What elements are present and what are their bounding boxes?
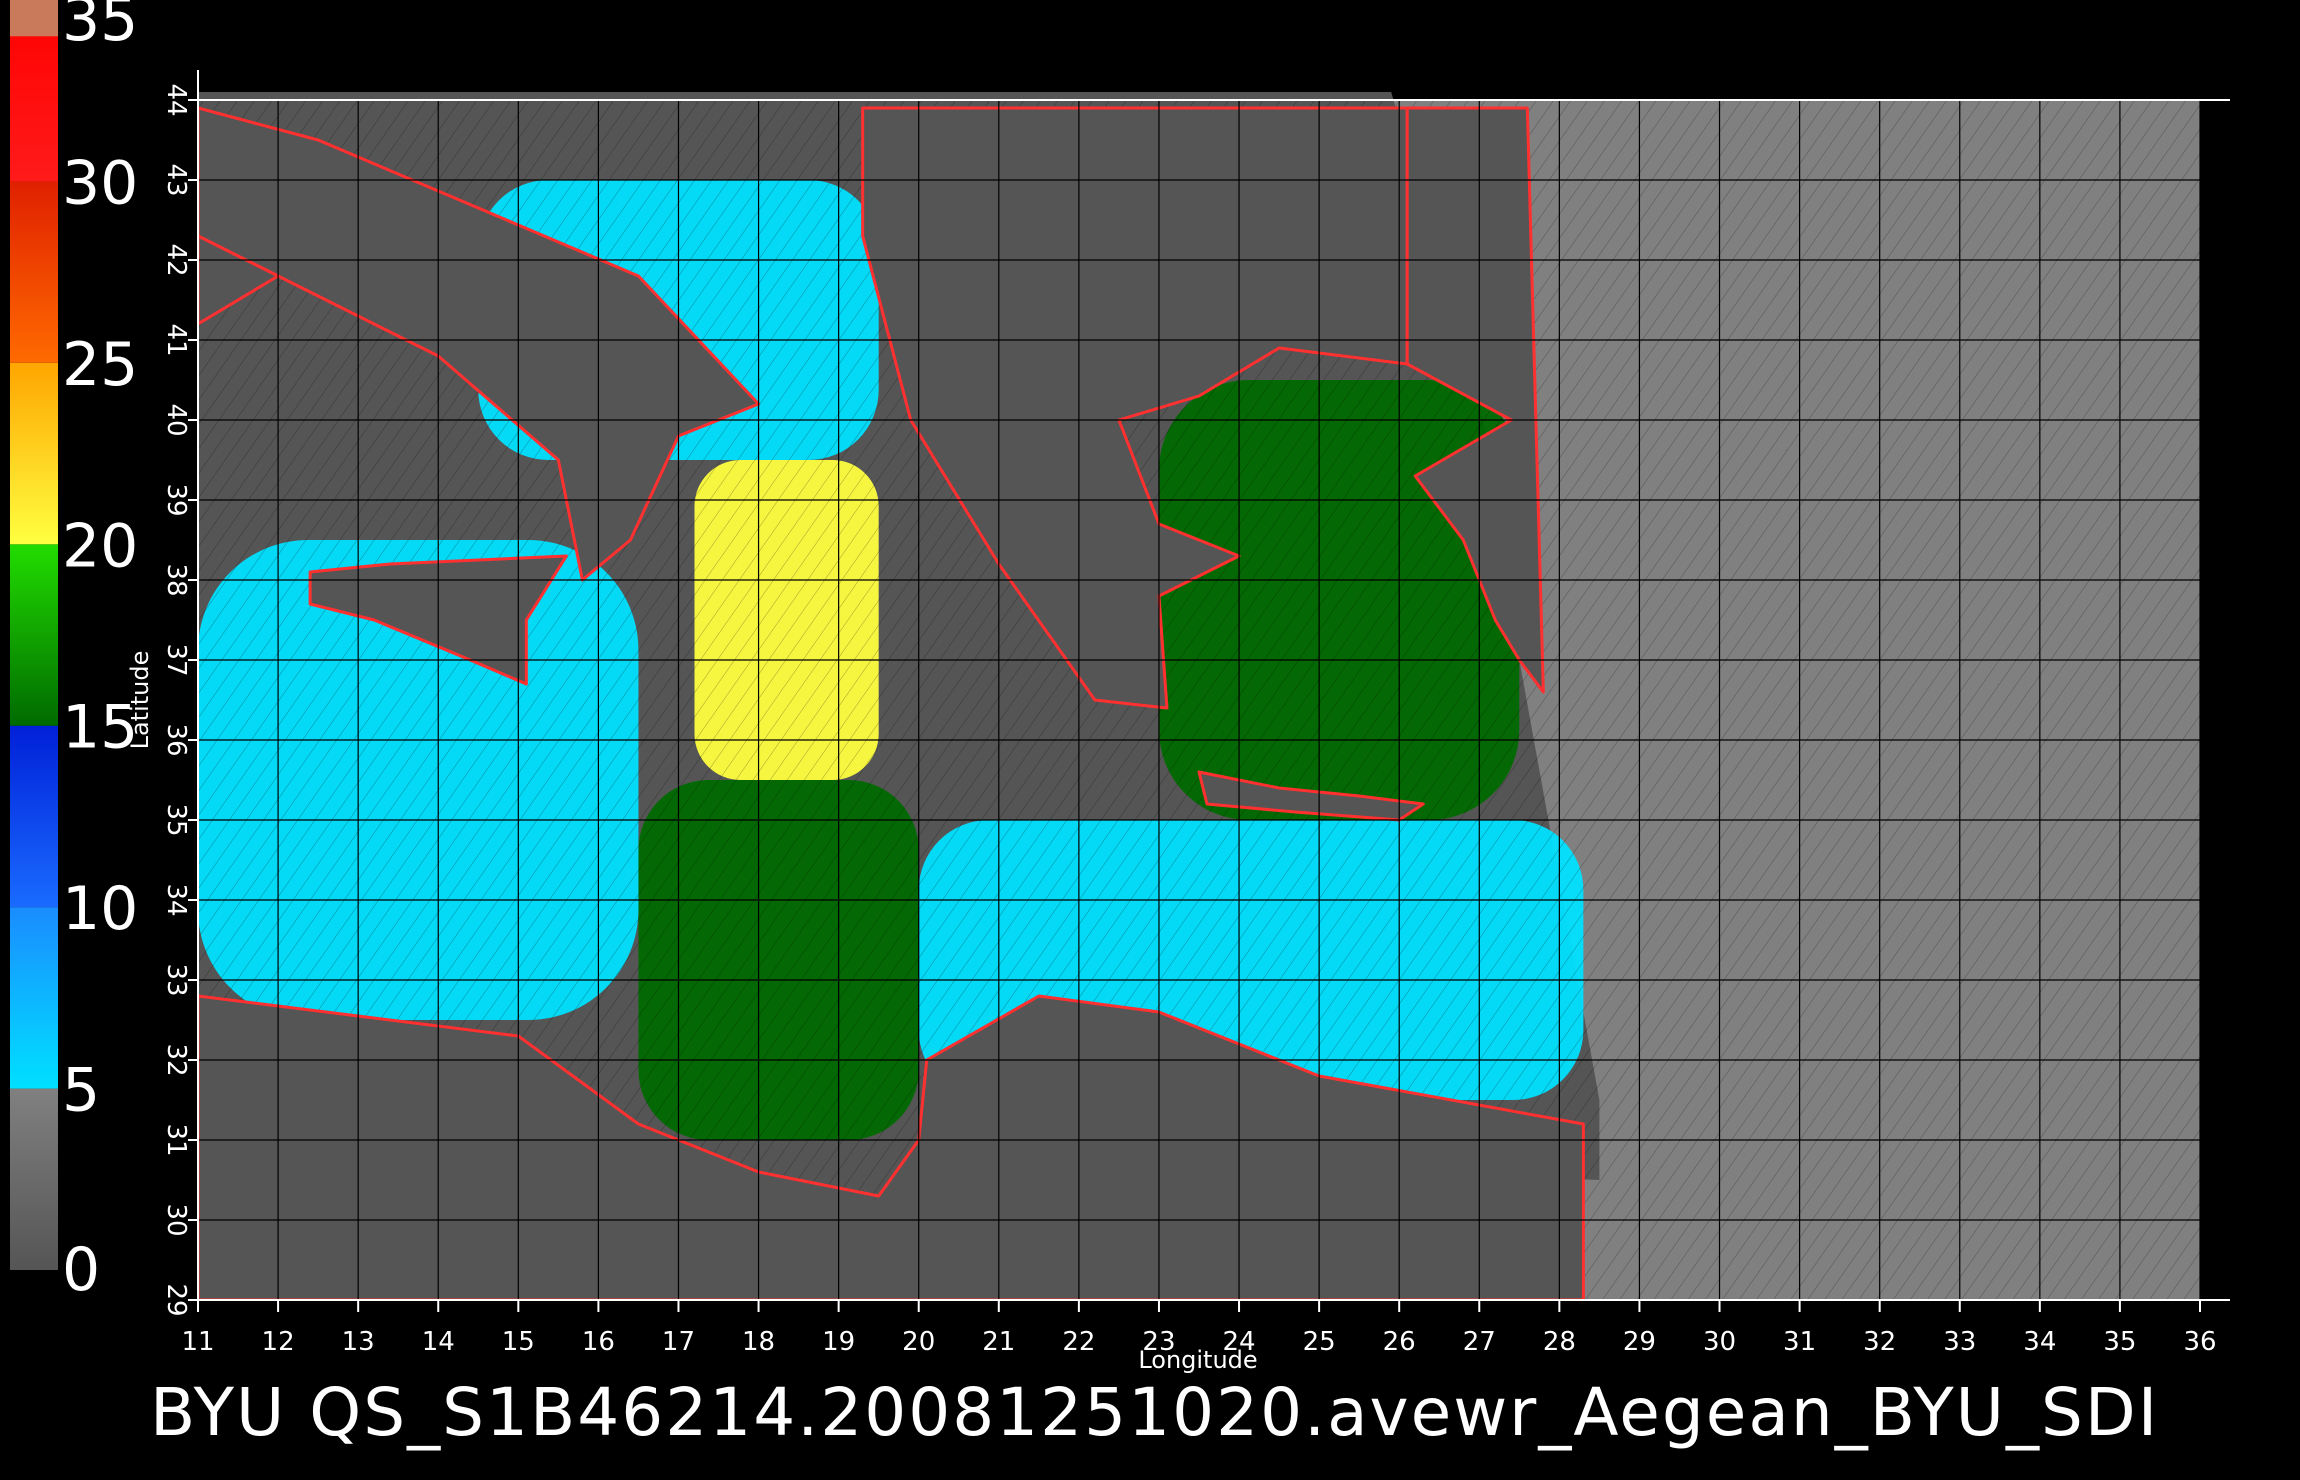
colorbar-band: [10, 181, 58, 363]
x-tick-label: 20: [902, 1327, 935, 1357]
y-tick-label: 31: [161, 1123, 191, 1156]
colorbar-tick-label: 25: [62, 330, 138, 400]
colorbar-tick-label: 0: [62, 1235, 100, 1305]
y-tick-label: 30: [161, 1203, 191, 1236]
x-tick-label: 17: [662, 1327, 695, 1357]
colorbar-tick-label: 5: [62, 1056, 100, 1126]
y-tick-label: 40: [161, 403, 191, 436]
x-tick-label: 31: [1783, 1327, 1816, 1357]
x-tick-label: 30: [1703, 1327, 1736, 1357]
y-tick-label: 35: [161, 803, 191, 836]
colorbar-tick-label: 35: [62, 0, 138, 55]
map-plot: [197, 92, 2201, 1301]
x-tick-label: 16: [582, 1327, 615, 1357]
x-axis-title: Longitude: [1138, 1346, 1257, 1374]
colorbar-band: [10, 907, 58, 1089]
footer-filename: BYU QS_S1B46214.20081251020.avewr_Aegean…: [150, 1374, 2159, 1451]
x-tick-label: 19: [822, 1327, 855, 1357]
y-axis-title: Latitude: [126, 651, 154, 750]
colorbar-tick-label: 10: [62, 874, 138, 944]
x-tick-label: 33: [1943, 1327, 1976, 1357]
y-tick-label: 36: [161, 723, 191, 756]
x-tick-label: 25: [1303, 1327, 1336, 1357]
x-tick-label: 29: [1623, 1327, 1656, 1357]
x-tick-label: 34: [2023, 1327, 2056, 1357]
chart: 05101520253035 11 12 13 14 15 16 17 18 19 20 21 22 2…: [10, 0, 2230, 1451]
y-tick-label: 34: [161, 883, 191, 916]
y-tick-label: 37: [161, 643, 191, 676]
colorbar-band: [10, 0, 58, 37]
x-tick-label: 13: [342, 1327, 375, 1357]
x-tick-label: 26: [1383, 1327, 1416, 1357]
x-tick-label: 15: [502, 1327, 535, 1357]
y-tick-label: 42: [161, 243, 191, 276]
colorbar-tick-label: 20: [62, 511, 138, 581]
colorbar-band: [10, 362, 58, 545]
x-tick-label: 35: [2103, 1327, 2136, 1357]
colorbar-tick-label: 30: [62, 148, 138, 218]
colorbar-band: [10, 725, 58, 908]
colorbar-band: [10, 544, 58, 726]
y-tick-label: 32: [161, 1043, 191, 1076]
y-tick-label: 41: [161, 323, 191, 356]
y-tick-label: 33: [161, 963, 191, 996]
x-tick-label: 18: [742, 1327, 775, 1357]
x-tick-label: 21: [982, 1327, 1015, 1357]
y-tick-label: 43: [161, 163, 191, 196]
colorbar: 05101520253035: [10, 0, 138, 1305]
x-tick-label: 28: [1543, 1327, 1576, 1357]
x-tick-label: 14: [422, 1327, 455, 1357]
y-tick-label: 29: [161, 1283, 191, 1316]
colorbar-band: [10, 1088, 58, 1270]
x-tick-label: 22: [1062, 1327, 1095, 1357]
x-tick-label: 27: [1463, 1327, 1496, 1357]
x-tick-label: 36: [2183, 1327, 2216, 1357]
y-tick-label: 39: [161, 483, 191, 516]
y-tick-label: 44: [161, 83, 191, 116]
x-tick-label: 12: [262, 1327, 295, 1357]
y-tick-label: 38: [161, 563, 191, 596]
x-tick-label: 11: [181, 1327, 214, 1357]
x-tick-label: 32: [1863, 1327, 1896, 1357]
